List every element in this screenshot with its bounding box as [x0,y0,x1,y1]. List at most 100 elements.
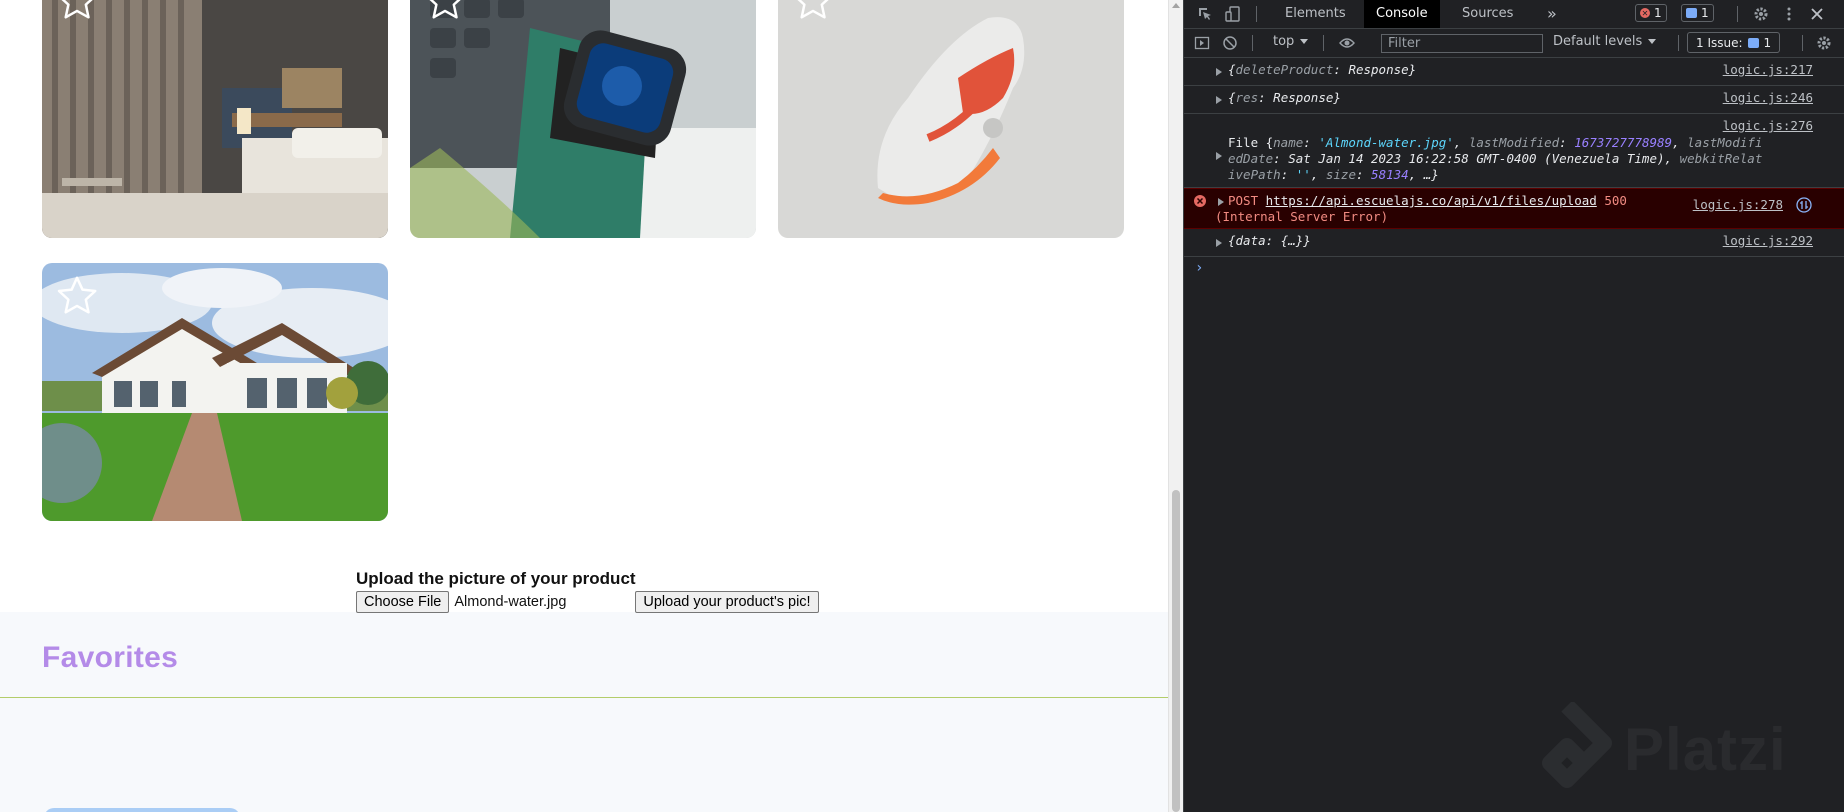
error-circle-icon [1194,195,1206,207]
error-method: POST [1228,193,1259,208]
error-status: 500 [1604,193,1627,208]
file-value-size: 58134 [1371,167,1409,182]
tab-console[interactable]: Console [1364,0,1440,28]
message-icon [1686,8,1697,18]
console-log-row[interactable]: {res: Response} logic.js:246 [1184,86,1844,114]
chevron-down-icon [1300,39,1309,44]
product-card-house[interactable] [42,263,388,521]
issues-label: 1 Issue: [1696,35,1743,50]
show-sidebar-icon[interactable] [1194,35,1210,51]
expand-triangle-icon[interactable] [1216,68,1222,76]
favorites-title: Favorites [42,641,179,674]
context-value: top [1273,34,1295,49]
upload-submit-button[interactable]: Upload your product's pic! [635,591,819,613]
console-log-row-file[interactable]: logic.js:276 File {name: 'Almond-water.j… [1184,114,1844,188]
log-levels-label: Default levels [1553,34,1643,49]
console-filter-input[interactable]: Filter [1381,34,1543,53]
console-error-row[interactable]: POST https://api.escuelajs.co/api/v1/fil… [1184,188,1844,229]
issues-count: 1 [1763,35,1772,50]
web-page: Favorites Upload the picture of your pro… [0,0,1168,812]
console-settings-gear-icon[interactable] [1816,35,1832,51]
favorite-star-icon[interactable] [790,0,836,24]
devtools-panel: Elements Console Sources » ✕ 1 1 top Fil… [1183,0,1844,812]
log-value: Response [1273,90,1334,105]
hotel-room-image [42,0,388,238]
inspect-element-icon[interactable] [1197,6,1213,22]
tab-separator [1256,6,1257,22]
file-prefix: File { [1228,135,1274,150]
page-scrollbar[interactable] [1168,0,1183,812]
log-source-link[interactable]: logic.js:292 [1723,233,1813,249]
product-card-smartwatch[interactable] [410,0,756,238]
tab-sources[interactable]: Sources [1450,0,1525,28]
log-source-link[interactable]: logic.js:217 [1723,62,1813,78]
expand-triangle-icon[interactable] [1218,198,1224,206]
log-key: res [1235,90,1259,105]
error-count: 1 [1654,6,1662,20]
file-key-modified: lastModified [1468,135,1560,150]
scroll-thumb[interactable] [1172,490,1180,812]
toolbar-separator [1802,35,1803,51]
product-card-sneaker[interactable] [778,0,1124,238]
favorites-button-partial[interactable] [44,808,240,812]
log-source-link[interactable]: logic.js:246 [1723,90,1813,106]
console-log-row[interactable]: {deleteProduct: Response} logic.js:217 [1184,58,1844,86]
favorite-star-icon[interactable] [422,0,468,24]
platzi-logo-icon [1542,702,1612,788]
error-url-link[interactable]: https://api.escuelajs.co/api/v1/files/up… [1266,193,1597,208]
console-messages: {deleteProduct: Response} logic.js:217 {… [1184,58,1844,283]
log-brace: } [1408,62,1417,77]
product-card-hotel-room[interactable] [42,0,388,238]
console-prompt-line[interactable]: › [1184,257,1844,283]
more-options-kebab-icon[interactable] [1781,6,1797,22]
log-separator: : [1258,90,1274,105]
chevron-down-icon [1648,39,1657,44]
favorite-star-icon[interactable] [54,0,100,24]
file-tail: , …} [1408,167,1439,182]
tab-elements[interactable]: Elements [1273,0,1358,28]
log-source-link[interactable]: logic.js:278 [1693,197,1783,213]
devtools-tabbar: Elements Console Sources » ✕ 1 1 [1184,0,1844,29]
file-key-modified-date-a: lastModifi [1687,135,1763,150]
choose-file-button[interactable]: Choose File [356,591,450,613]
device-toolbar-icon[interactable] [1225,6,1241,22]
network-request-icon[interactable] [1796,197,1812,213]
favorite-star-icon[interactable] [54,273,100,319]
console-log-row[interactable]: {data: {…}} logic.js:292 [1184,229,1844,257]
file-key-relpath-b: ivePath [1228,167,1281,182]
log-brace: { [1228,90,1236,105]
log-key: deleteProduct [1235,62,1334,77]
more-tabs-chevron-icon[interactable]: » [1535,0,1569,28]
upload-title: Upload the picture of your product [356,569,636,588]
scroll-up-arrow-icon[interactable] [1172,3,1180,8]
toolbar-separator [1678,35,1679,51]
upload-form: Upload the picture of your product Choos… [356,569,819,613]
file-value-modified: 1673727778989 [1574,135,1673,150]
expand-triangle-icon[interactable] [1216,96,1222,104]
expand-triangle-icon[interactable] [1216,239,1222,247]
log-source-link[interactable]: logic.js:276 [1723,118,1813,134]
message-count-badge[interactable]: 1 [1681,4,1714,22]
error-count-badge[interactable]: ✕ 1 [1635,4,1667,22]
file-key-name: name [1273,135,1304,150]
issues-button[interactable]: 1 Issue: 1 [1687,32,1781,53]
sneaker-image [778,0,1124,238]
log-value: Response [1348,62,1409,77]
live-expression-eye-icon[interactable] [1339,35,1355,51]
log-levels-select[interactable]: Default levels [1553,34,1657,49]
close-devtools-icon[interactable] [1809,6,1825,22]
file-value-relpath: '' [1295,167,1311,182]
tab-separator [1737,6,1738,22]
settings-gear-icon[interactable] [1753,6,1769,22]
error-icon: ✕ [1640,8,1650,18]
console-prompt-chevron-icon: › [1195,260,1204,276]
platzi-watermark: Platzi [1624,716,1787,783]
clear-console-icon[interactable] [1222,35,1238,51]
log-brace: { [1228,62,1236,77]
toolbar-separator [1252,35,1253,51]
file-value-name: 'Almond-water.jpg' [1318,135,1454,150]
execution-context-select[interactable]: top [1273,34,1309,49]
favorites-section: Favorites [0,612,1168,812]
expand-triangle-icon[interactable] [1216,152,1222,160]
file-key-size: size [1325,167,1356,182]
